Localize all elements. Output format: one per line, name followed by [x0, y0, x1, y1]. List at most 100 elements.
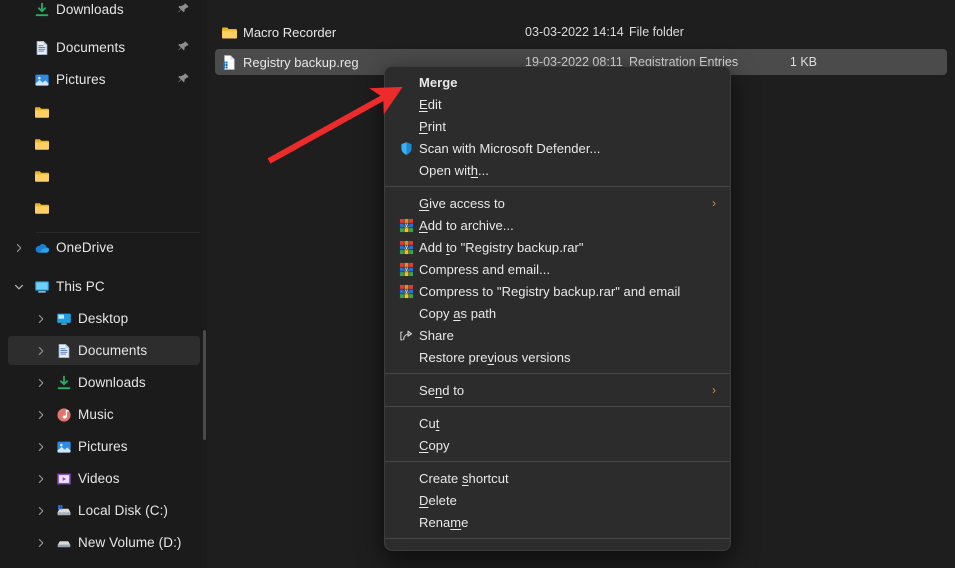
chevron-right-icon[interactable]: [30, 346, 52, 356]
sidebar-item-label: Music: [76, 407, 114, 422]
documents-icon: [34, 40, 50, 56]
navigation-sidebar[interactable]: Downloads Documents Pictures OneDrive This …: [0, 0, 207, 568]
downloads-icon: [34, 2, 50, 18]
sidebar-item-documents[interactable]: Documents: [8, 336, 200, 365]
menu-item-scan-with-microsoft-defender[interactable]: Scan with Microsoft Defender...: [385, 137, 730, 159]
pictures-icon: [34, 72, 50, 88]
menu-item-merge[interactable]: Merge: [385, 71, 730, 93]
menu-separator: [385, 186, 730, 187]
winrar-icon: W: [399, 284, 414, 299]
menu-item-label: Print: [419, 119, 446, 134]
sidebar-item-pictures[interactable]: Pictures: [8, 432, 200, 461]
pin-icon[interactable]: [177, 2, 190, 18]
chevron-down-icon[interactable]: [8, 282, 30, 292]
file-explorer-window: Downloads Documents Pictures OneDrive This …: [0, 0, 955, 568]
sidebar-item-this-pc[interactable]: This PC: [8, 272, 200, 301]
chevron-right-icon: ›: [712, 384, 716, 396]
chevron-right-icon[interactable]: [30, 474, 52, 484]
downloads-icon: [56, 375, 72, 391]
folder-icon: [34, 104, 50, 120]
menu-item-properties[interactable]: Properties: [385, 544, 730, 551]
menu-item-label: Edit: [419, 97, 442, 112]
menu-separator: [385, 461, 730, 462]
menu-item-print[interactable]: Print: [385, 115, 730, 137]
desktop-icon: [56, 311, 72, 327]
menu-item-label: Delete: [419, 493, 457, 508]
menu-item-edit[interactable]: Edit: [385, 93, 730, 115]
folder-icon: [34, 136, 50, 152]
sidebar-item-downloads[interactable]: Downloads: [8, 0, 200, 24]
menu-item-label: Create shortcut: [419, 471, 509, 486]
folder-icon: [34, 200, 50, 216]
sidebar-item-label: Documents: [54, 40, 125, 55]
context-menu[interactable]: Merge Edit Print Scan with Microsoft Defend…: [384, 66, 731, 551]
menu-item-copy-as-path[interactable]: Copy as path: [385, 302, 730, 324]
menu-item-label: Give access to: [419, 196, 505, 211]
menu-item-compress-to-registry-backup-rar-and-emai[interactable]: WCompress to "Registry backup.rar" and e…: [385, 280, 730, 302]
sidebar-item-label: New Volume (D:): [76, 535, 182, 550]
table-row[interactable]: Macro Recorder03-03-2022 14:14File folde…: [215, 19, 947, 45]
menu-item-add-to-registry-backup-rar[interactable]: WAdd to "Registry backup.rar": [385, 236, 730, 258]
sidebar-item-local-disk-c[interactable]: Local Disk (C:): [8, 496, 200, 525]
defender-shield-icon-wrap: [393, 141, 419, 156]
reg-file-icon: [221, 54, 238, 71]
sidebar-item-folder[interactable]: [8, 129, 200, 158]
downloads-icon-wrap: [30, 2, 54, 18]
menu-item-create-shortcut[interactable]: Create shortcut: [385, 467, 730, 489]
menu-item-send-to[interactable]: Send to›: [385, 379, 730, 401]
menu-item-copy[interactable]: Copy: [385, 434, 730, 456]
chevron-right-icon[interactable]: [30, 442, 52, 452]
sidebar-item-videos[interactable]: Videos: [8, 464, 200, 493]
chevron-right-icon[interactable]: [30, 538, 52, 548]
chevron-right-icon: ›: [712, 197, 716, 209]
pin-icon[interactable]: [177, 40, 190, 56]
sidebar-scrollbar[interactable]: [203, 330, 206, 440]
sidebar-item-label: Local Disk (C:): [76, 503, 168, 518]
menu-item-share[interactable]: Share: [385, 324, 730, 346]
menu-separator: [385, 538, 730, 539]
sidebar-item-folder[interactable]: [8, 97, 200, 126]
sidebar-item-new-volume-d[interactable]: New Volume (D:): [8, 528, 200, 557]
menu-item-label: Add to "Registry backup.rar": [419, 240, 584, 255]
file-size: 1 KB: [775, 55, 817, 69]
sidebar-item-folder[interactable]: [8, 193, 200, 222]
chevron-right-icon[interactable]: [8, 243, 30, 253]
winrar-icon-wrap: W: [393, 262, 419, 277]
reg-file-icon-wrap: [215, 54, 243, 71]
pin-icon[interactable]: [177, 72, 190, 88]
pictures-icon: [56, 439, 72, 455]
menu-item-label: Scan with Microsoft Defender...: [419, 141, 600, 156]
sidebar-item-folder[interactable]: [8, 161, 200, 190]
sidebar-item-onedrive[interactable]: OneDrive: [8, 233, 200, 262]
menu-item-compress-and-email[interactable]: WCompress and email...: [385, 258, 730, 280]
menu-item-cut[interactable]: Cut: [385, 412, 730, 434]
menu-item-label: Restore previous versions: [419, 350, 571, 365]
menu-item-give-access-to[interactable]: Give access to ›: [385, 192, 730, 214]
chevron-right-icon[interactable]: [30, 314, 52, 324]
menu-item-delete[interactable]: Delete: [385, 489, 730, 511]
sidebar-item-label: Pictures: [76, 439, 128, 454]
menu-item-restore-previous-versions[interactable]: Restore previous versions: [385, 346, 730, 368]
winrar-icon-wrap: W: [393, 218, 419, 233]
menu-item-open-with[interactable]: Open with...: [385, 159, 730, 181]
file-type: File folder: [629, 25, 684, 39]
chevron-right-icon[interactable]: [30, 410, 52, 420]
sidebar-item-pictures[interactable]: Pictures: [8, 65, 200, 94]
onedrive-cloud-icon: [34, 240, 50, 256]
menu-item-rename[interactable]: Rename: [385, 511, 730, 533]
sidebar-item-desktop[interactable]: Desktop: [8, 304, 200, 333]
menu-item-label: Open with...: [419, 163, 489, 178]
menu-separator: [385, 373, 730, 374]
sidebar-item-music[interactable]: Music: [8, 400, 200, 429]
chevron-right-icon[interactable]: [30, 506, 52, 516]
chevron-right-icon[interactable]: [30, 378, 52, 388]
documents-icon-wrap: [52, 343, 76, 359]
file-name: Registry backup.reg: [243, 55, 359, 70]
sidebar-item-downloads[interactable]: Downloads: [8, 368, 200, 397]
sidebar-item-label: Desktop: [76, 311, 128, 326]
folder-icon-wrap: [30, 104, 54, 120]
menu-item-add-to-archive[interactable]: WAdd to archive...: [385, 214, 730, 236]
sidebar-item-documents[interactable]: Documents: [8, 33, 200, 62]
pictures-icon-wrap: [30, 72, 54, 88]
svg-text:W: W: [404, 267, 409, 273]
